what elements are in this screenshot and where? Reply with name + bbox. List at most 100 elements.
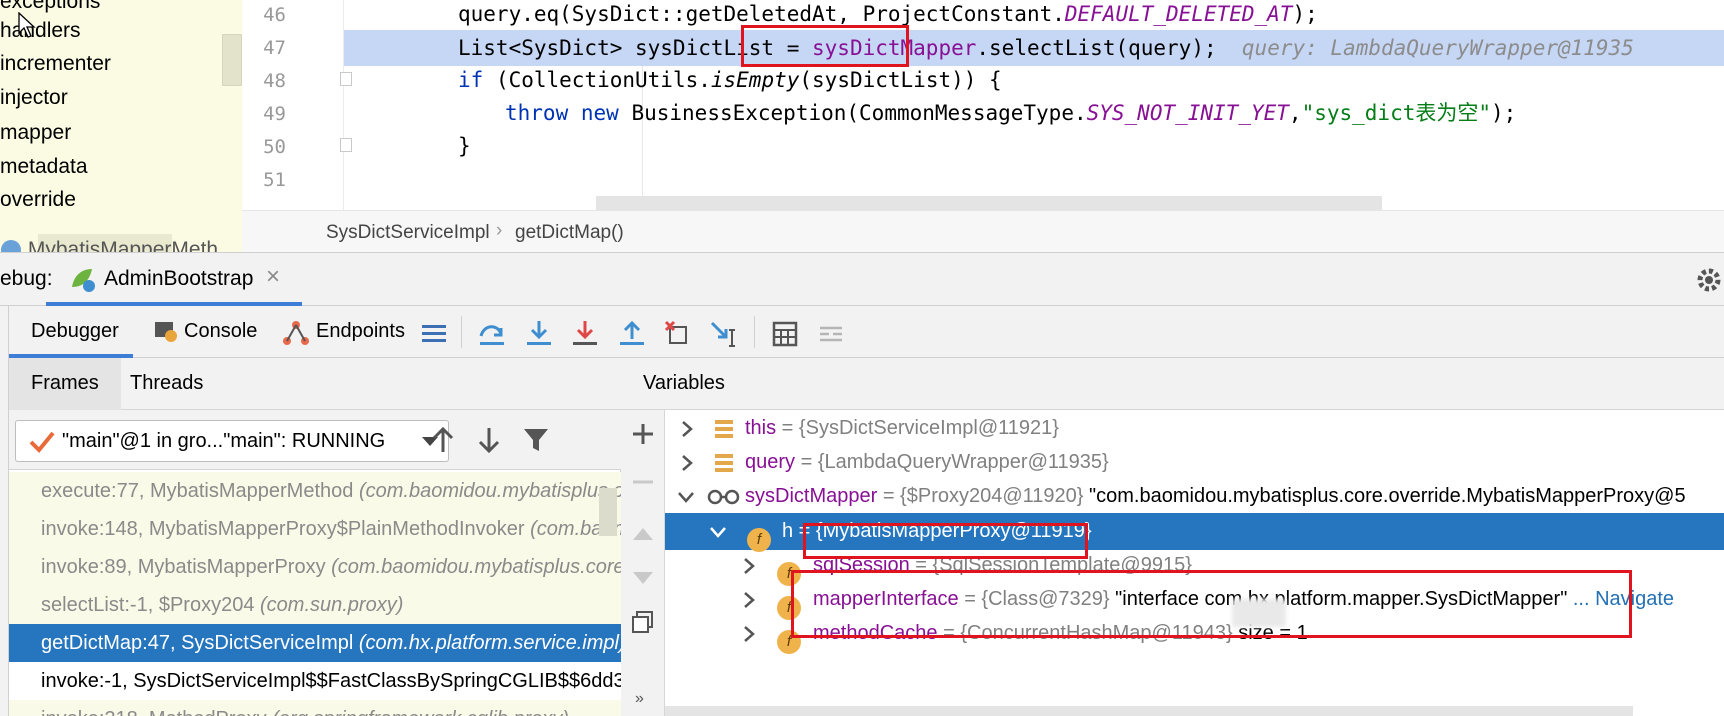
- chevron-right-icon[interactable]: [741, 625, 757, 643]
- chevron-right-icon[interactable]: [679, 454, 695, 472]
- code-static-method: isEmpty: [710, 68, 800, 92]
- code-line-48: if (CollectionUtils.isEmpty(sysDictList)…: [344, 62, 1724, 98]
- variables-list: this = {SysDictServiceImpl@11921} query …: [665, 410, 1724, 716]
- variable-row-mapperinterface[interactable]: f mapperInterface = {Class@7329} "interf…: [665, 581, 1724, 620]
- frame-package: (com.baomidou.mybatisplus.core.override): [358, 480, 621, 502]
- variable-value: = {ConcurrentHashMap@11943}: [937, 622, 1233, 644]
- variable-row-sysdictmapper[interactable]: sysDictMapper = {$Proxy204@11920} "com.b…: [665, 478, 1724, 515]
- frame-row[interactable]: selectList:-1, $Proxy204 (com.sun.proxy): [9, 586, 621, 624]
- tab-threads[interactable]: Threads: [130, 372, 203, 395]
- endpoints-icon: [283, 321, 309, 345]
- close-icon[interactable]: ×: [266, 263, 280, 291]
- variables-label: Variables: [643, 372, 725, 394]
- step-into-icon[interactable]: [523, 318, 555, 348]
- tab-frames[interactable]: Frames: [31, 372, 99, 395]
- variable-row-sqlsession[interactable]: f sqlSession = {SqlSessionTemplate@9915}: [665, 547, 1724, 586]
- check-icon: [29, 431, 55, 453]
- force-step-into-icon[interactable]: [569, 318, 601, 348]
- thread-select[interactable]: "main"@1 in gro..."main": RUNNING: [15, 420, 449, 462]
- frame-method: invoke:-1, SysDictServiceImpl$$FastClass…: [41, 670, 621, 692]
- tab-console-label: Console: [184, 320, 258, 342]
- field-icon: f: [777, 622, 801, 654]
- move-up-icon[interactable]: [631, 522, 655, 546]
- step-out-icon[interactable]: [616, 318, 648, 348]
- line-number: 46: [263, 4, 286, 26]
- code-line-47-current: List<SysDict> sysDictList = sysDictMappe…: [344, 30, 1724, 66]
- code-text: ,: [1288, 101, 1302, 125]
- frame-row[interactable]: invoke:148, MybatisMapperProxy$PlainMeth…: [9, 510, 621, 548]
- frame-row[interactable]: execute:77, MybatisMapperMethod (com.bao…: [9, 472, 621, 510]
- frame-method: execute:77, MybatisMapperMethod: [41, 480, 359, 502]
- tree-item-metadata[interactable]: metadata: [0, 151, 88, 183]
- frame-row[interactable]: invoke:89, MybatisMapperProxy (com.baomi…: [9, 548, 621, 586]
- arrow-up-icon[interactable]: [429, 426, 457, 454]
- trace-current-stream-icon[interactable]: [815, 318, 847, 348]
- copy-icon[interactable]: [631, 610, 655, 634]
- debug-window-label: ebug:: [0, 267, 53, 290]
- code-text: List<SysDict> sysDictList =: [458, 36, 813, 60]
- tree-item-class[interactable]: MybatisMapperMeth: [0, 238, 218, 252]
- object-fields-icon: [715, 420, 733, 438]
- evaluate-expression-icon[interactable]: [769, 318, 801, 348]
- breadcrumb-method[interactable]: getDictMap(): [515, 222, 624, 244]
- more-icon[interactable]: »: [635, 690, 644, 708]
- frame-package: (com.hx.platform.service.impl): [358, 632, 621, 654]
- drop-frame-icon[interactable]: [662, 318, 694, 348]
- variables-horizontal-scrollbar[interactable]: [665, 706, 1633, 716]
- remove-watch-icon[interactable]: [631, 470, 655, 494]
- filter-icon[interactable]: [522, 426, 550, 454]
- field-icon: f: [777, 554, 801, 586]
- gear-icon[interactable]: [1694, 265, 1724, 295]
- code-line-49: throw new BusinessException(CommonMessag…: [344, 95, 1724, 131]
- chevron-right-icon[interactable]: [741, 591, 757, 609]
- variable-row-methodcache[interactable]: f methodCache = {ConcurrentHashMap@11943…: [665, 615, 1724, 654]
- code-text: }: [458, 134, 471, 158]
- run-tab-adminbootstrap[interactable]: AdminBootstrap ×: [46, 253, 302, 306]
- code-field-sysdictmapper[interactable]: sysDictMapper: [812, 36, 976, 60]
- frame-row[interactable]: invoke:218, MethodProxy (org.springframe…: [9, 700, 621, 716]
- line-number: 47: [263, 37, 286, 59]
- chevron-right-icon[interactable]: [741, 557, 757, 575]
- tree-item-handlers[interactable]: handlers: [0, 15, 81, 47]
- variable-name: query: [745, 451, 796, 473]
- debug-header: ebug: AdminBootstrap ×: [0, 252, 1724, 306]
- field-icon: f: [777, 588, 801, 620]
- frames-scrollbar[interactable]: [599, 488, 617, 536]
- tree-item-mapper[interactable]: mapper: [0, 117, 71, 149]
- tree-item-incrementer[interactable]: incrementer: [0, 48, 111, 80]
- frame-row[interactable]: invoke:-1, SysDictServiceImpl$$FastClass…: [9, 662, 621, 700]
- variable-string-value: "com.baomidou.mybatisplus.core.override.…: [1089, 485, 1686, 507]
- variable-value: = {SysDictServiceImpl@11921}: [776, 417, 1059, 439]
- class-icon: [1, 240, 21, 252]
- inline-debug-hint: query: LambdaQueryWrapper@11935: [1241, 36, 1634, 60]
- move-down-icon[interactable]: [631, 566, 655, 590]
- navigate-link[interactable]: ... Navigate: [1567, 588, 1674, 610]
- tab-debugger[interactable]: Debugger: [9, 306, 133, 358]
- variable-row-this[interactable]: this = {SysDictServiceImpl@11921}: [665, 410, 1724, 447]
- tab-endpoints[interactable]: Endpoints: [282, 306, 405, 358]
- step-over-icon[interactable]: [476, 318, 508, 348]
- variable-row-h-selected[interactable]: f h = {MybatisMapperProxy@11919}: [665, 513, 1724, 552]
- frame-row-selected[interactable]: getDictMap:47, SysDictServiceImpl (com.h…: [9, 624, 621, 662]
- variable-value: = {LambdaQueryWrapper@11935}: [795, 451, 1109, 473]
- project-tree-scrollbar[interactable]: [222, 34, 242, 86]
- watch-glasses-icon: [707, 489, 740, 505]
- chevron-right-icon[interactable]: [679, 420, 695, 438]
- variables-side-toolbar: »: [621, 410, 665, 716]
- code-editor[interactable]: 46 47 48 49 50 51 query.eq(SysDict::getD…: [242, 0, 1724, 210]
- line-number: 48: [263, 70, 286, 92]
- breadcrumb-class[interactable]: SysDictServiceImpl: [326, 222, 490, 244]
- tab-console[interactable]: Console: [152, 306, 262, 358]
- frame-package: (com.sun.proxy): [260, 594, 404, 616]
- tree-item-override[interactable]: override: [0, 184, 76, 216]
- run-to-cursor-icon[interactable]: [708, 318, 740, 348]
- add-watch-icon[interactable]: [631, 422, 655, 446]
- variable-row-query[interactable]: query = {LambdaQueryWrapper@11935}: [665, 444, 1724, 481]
- menu-lines-icon[interactable]: [418, 318, 450, 348]
- tree-item-injector[interactable]: injector: [0, 82, 68, 114]
- editor-horizontal-scrollbar[interactable]: [596, 196, 1382, 210]
- arrow-down-icon[interactable]: [475, 426, 503, 454]
- chevron-down-icon[interactable]: [709, 524, 727, 540]
- frame-method: invoke:218, MethodProxy: [41, 708, 272, 716]
- chevron-down-icon[interactable]: [677, 489, 695, 505]
